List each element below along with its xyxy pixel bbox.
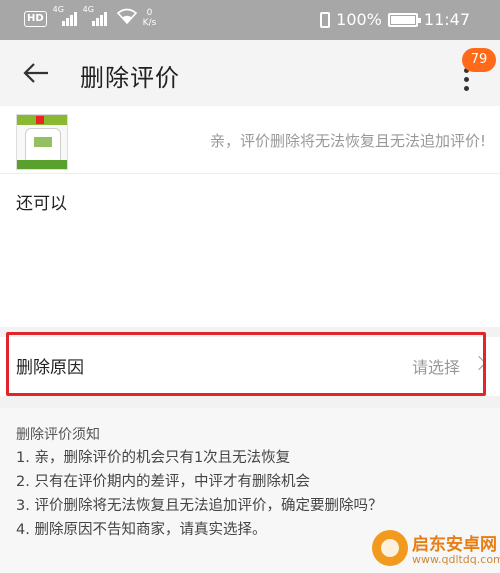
- review-content: 还可以: [0, 175, 500, 327]
- network-type-2: 4G: [82, 5, 94, 14]
- signal-icon-1: 4G: [52, 5, 77, 26]
- product-thumbnail[interactable]: [16, 114, 68, 170]
- battery-level: [390, 15, 415, 24]
- speed-value: 0: [146, 8, 153, 18]
- hd-badge: HD: [24, 11, 47, 27]
- status-bar: HD 4G 4G 0 K/s 100% 11:47: [0, 0, 500, 40]
- watermark-logo-icon: [372, 530, 408, 566]
- status-right: 100% 11:47: [320, 10, 470, 29]
- app-header: 删除评价: [0, 40, 500, 106]
- notice-item: 1. 亲，删除评价的机会只有1次且无法恢复: [16, 450, 291, 466]
- notice-item: 2. 只有在评价期内的差评，中评才有删除机会: [16, 474, 310, 490]
- speed-unit: K/s: [142, 18, 157, 28]
- vibrate-icon: [320, 11, 331, 28]
- battery-percent: 100%: [336, 10, 382, 29]
- network-type-1: 4G: [52, 5, 64, 14]
- network-speed: 0 K/s: [143, 8, 157, 28]
- product-row: 亲，评价删除将无法恢复且无法追加评价!: [0, 106, 500, 174]
- watermark-name: 启东安卓网: [412, 535, 497, 555]
- wifi-icon: [116, 8, 137, 28]
- notice-item: 4. 删除原因不告知商家，请真实选择。: [16, 522, 267, 538]
- divider: [0, 396, 500, 408]
- notification-badge: 79: [462, 48, 496, 72]
- watermark-url: www.qdltdq.com: [412, 553, 500, 566]
- page-title: 删除评价: [80, 64, 180, 92]
- highlight-annotation: [6, 332, 486, 396]
- battery-icon: [387, 12, 421, 27]
- notice-list: 1. 亲，删除评价的机会只有1次且无法恢复 2. 只有在评价期内的差评，中评才有…: [16, 446, 382, 542]
- arrow-left-icon[interactable]: [22, 61, 50, 85]
- review-text: 还可以: [16, 194, 67, 214]
- status-left: HD 4G 4G 0 K/s: [24, 5, 157, 28]
- signal-icon-2: 4G: [82, 5, 107, 26]
- notice-item: 3. 评价删除将无法恢复且无法追加评价，确定要删除吗？: [16, 498, 383, 514]
- delete-warning-text: 亲，评价删除将无法恢复且无法追加评价!: [209, 132, 486, 150]
- site-watermark: 启东安卓网 www.qdltdq.com: [372, 526, 500, 572]
- notice-title: 删除评价须知: [16, 427, 100, 443]
- more-vertical-icon[interactable]: [456, 68, 476, 98]
- clock: 11:47: [423, 10, 470, 29]
